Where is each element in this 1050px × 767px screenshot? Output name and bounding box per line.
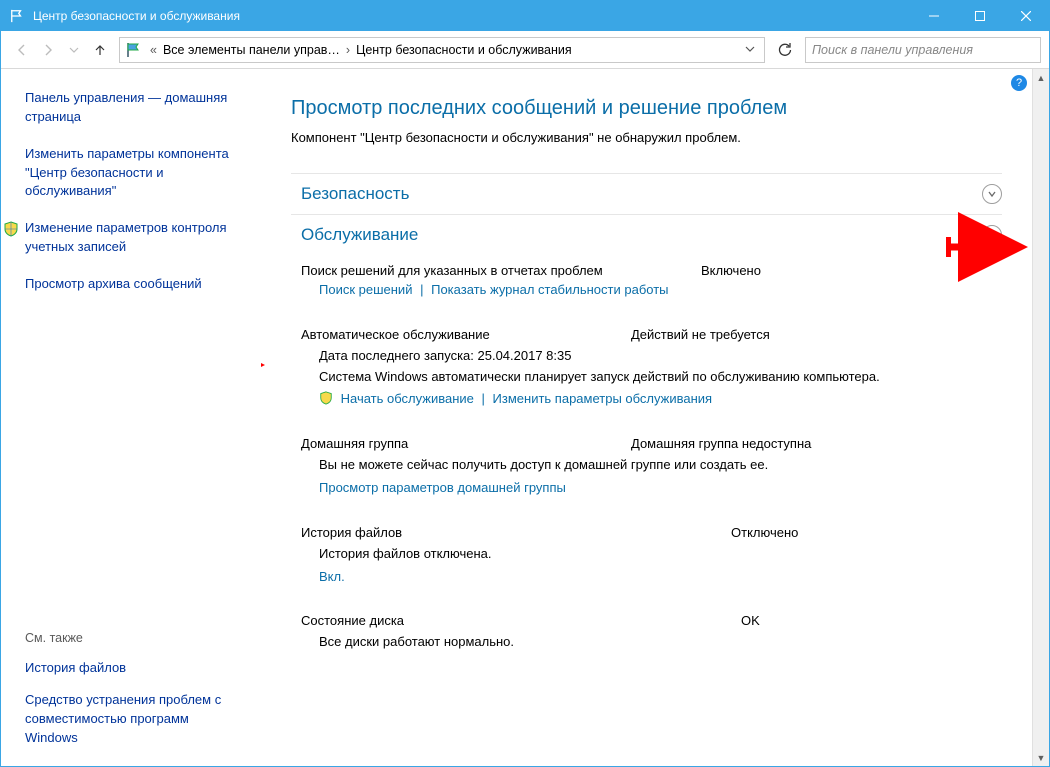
breadcrumb-prefix: «: [146, 43, 161, 57]
section-title: Обслуживание: [291, 225, 982, 245]
item-status: Отключено: [731, 525, 798, 540]
item-label: Домашняя группа: [301, 436, 631, 451]
breadcrumb-item[interactable]: Центр безопасности и обслуживания: [354, 43, 574, 57]
maintenance-item-filehistory: История файлов Отключено История файлов …: [291, 517, 1002, 596]
link-reliability-log[interactable]: Показать журнал стабильности работы: [431, 282, 668, 297]
maintenance-item-homegroup: Домашняя группа Домашняя группа недоступ…: [291, 428, 1002, 507]
separator: |: [416, 282, 427, 297]
titlebar: Центр безопасности и обслуживания: [1, 1, 1049, 31]
page-heading: Просмотр последних сообщений и решение п…: [291, 97, 1002, 120]
annotation-arrow: [261, 347, 271, 386]
toolbar: « Все элементы панели управ… › Центр без…: [1, 31, 1049, 69]
address-dropdown-button[interactable]: [740, 43, 760, 57]
item-label: Поиск решений для указанных в отчетах пр…: [301, 263, 701, 278]
see-also-label: См. также: [25, 631, 245, 645]
link-start-maintenance[interactable]: Начать обслуживание: [341, 391, 474, 406]
section-security[interactable]: Безопасность: [291, 173, 1002, 214]
window: Центр безопасности и обслуживания « Все …: [0, 0, 1050, 767]
window-title: Центр безопасности и обслуживания: [33, 9, 240, 23]
chevron-down-icon[interactable]: [982, 184, 1002, 204]
content-area: ? Панель управления — домашняя страница …: [1, 69, 1049, 766]
nav-recent-button[interactable]: [61, 37, 87, 63]
item-status: Действий не требуется: [631, 327, 770, 342]
vertical-scrollbar[interactable]: ▲ ▼: [1032, 69, 1049, 766]
item-label: Автоматическое обслуживание: [301, 327, 631, 342]
flag-icon: [9, 8, 25, 24]
section-title: Безопасность: [291, 184, 982, 204]
sidebar-item-label: Изменение параметров контроля учетных за…: [25, 219, 245, 257]
shield-icon: [3, 221, 19, 237]
page-subtitle: Компонент "Центр безопасности и обслужив…: [291, 130, 1002, 145]
separator: |: [478, 391, 489, 406]
sidebar-seealso-filehistory[interactable]: История файлов: [25, 659, 245, 678]
item-detail-line: Система Windows автоматически планирует …: [319, 367, 1002, 388]
nav-up-button[interactable]: [87, 37, 113, 63]
scroll-up-button[interactable]: ▲: [1033, 69, 1050, 86]
item-status: Домашняя группа недоступна: [631, 436, 811, 451]
scroll-down-button[interactable]: ▼: [1033, 749, 1050, 766]
chevron-right-icon: ›: [342, 43, 354, 57]
link-homegroup-settings[interactable]: Просмотр параметров домашней группы: [319, 480, 566, 495]
chevron-up-icon[interactable]: [982, 225, 1002, 245]
item-detail-line: Дата последнего запуска: 25.04.2017 8:35: [319, 346, 1002, 367]
item-status: OK: [741, 613, 760, 628]
flag-icon: [124, 41, 142, 59]
shield-icon: [319, 391, 333, 405]
link-enable-filehistory[interactable]: Вкл.: [319, 569, 345, 584]
refresh-button[interactable]: [771, 37, 799, 63]
maintenance-item-auto: Автоматическое обслуживание Действий не …: [291, 319, 1002, 418]
minimize-button[interactable]: [911, 1, 957, 31]
sidebar-link-change-settings[interactable]: Изменить параметры компонента "Центр без…: [25, 145, 245, 202]
sidebar-link-archive[interactable]: Просмотр архива сообщений: [25, 275, 245, 294]
link-change-maintenance-settings[interactable]: Изменить параметры обслуживания: [493, 391, 713, 406]
address-bar[interactable]: « Все элементы панели управ… › Центр без…: [119, 37, 765, 63]
nav-forward-button[interactable]: [35, 37, 61, 63]
nav-back-button[interactable]: [9, 37, 35, 63]
sidebar-link-uac[interactable]: Изменение параметров контроля учетных за…: [3, 219, 245, 257]
search-box[interactable]: [805, 37, 1041, 63]
item-detail-line: Все диски работают нормально.: [319, 632, 1002, 653]
search-input[interactable]: [812, 43, 1034, 57]
item-label: История файлов: [301, 525, 731, 540]
item-status: Включено: [701, 263, 761, 278]
item-label: Состояние диска: [301, 613, 741, 628]
link-search-solutions[interactable]: Поиск решений: [319, 282, 412, 297]
maintenance-item-reports: Поиск решений для указанных в отчетах пр…: [291, 255, 1002, 309]
item-detail-line: История файлов отключена.: [319, 544, 1002, 565]
maintenance-item-disk: Состояние диска OK Все диски работают но…: [291, 605, 1002, 661]
sidebar-seealso-compat[interactable]: Средство устранения проблем с совместимо…: [25, 691, 245, 748]
sidebar-link-home[interactable]: Панель управления — домашняя страница: [25, 89, 245, 127]
close-button[interactable]: [1003, 1, 1049, 31]
maximize-button[interactable]: [957, 1, 1003, 31]
breadcrumb-item[interactable]: Все элементы панели управ…: [161, 43, 342, 57]
section-maintenance[interactable]: Обслуживание: [291, 214, 1002, 255]
sidebar: Панель управления — домашняя страница Из…: [1, 69, 261, 766]
item-detail-line: Вы не можете сейчас получить доступ к до…: [319, 455, 1002, 476]
main-content: Просмотр последних сообщений и решение п…: [261, 69, 1032, 766]
